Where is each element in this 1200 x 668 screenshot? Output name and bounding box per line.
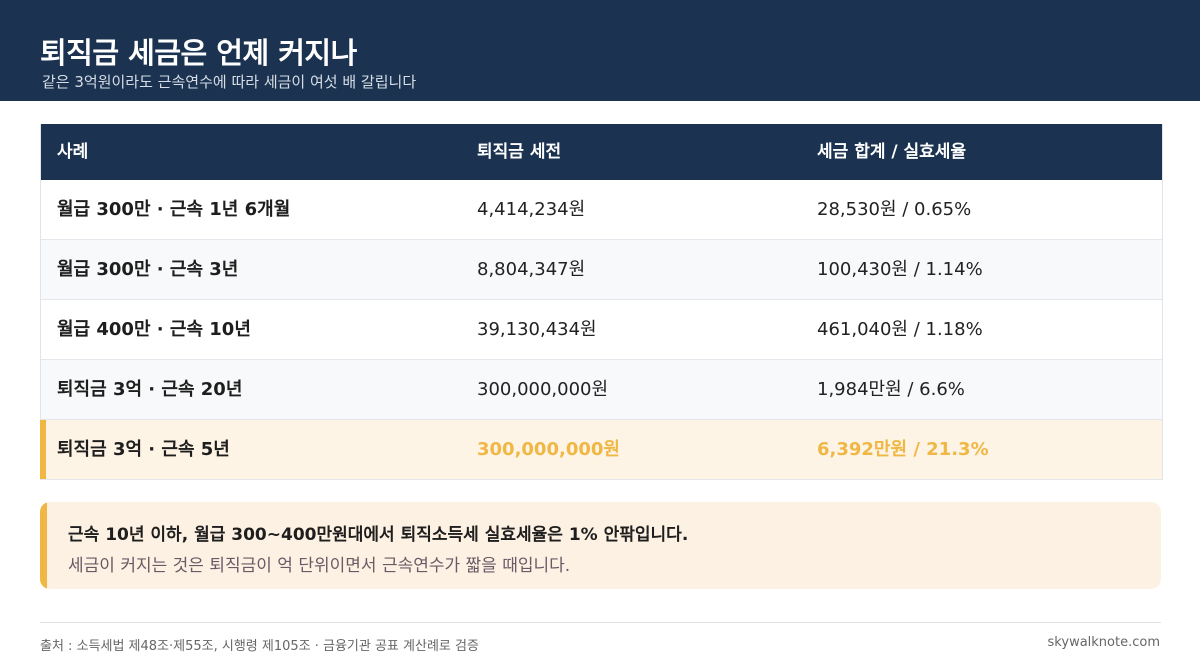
table-row: 퇴직금 3억 · 근속 20년 300,000,000원 1,984만원 / 6… <box>41 360 1162 420</box>
column-header-tax: 세금 합계 / 실효세율 <box>817 142 967 162</box>
table-header-row: 사례 퇴직금 세전 세금 합계 / 실효세율 <box>41 124 1162 180</box>
callout-headline: 근속 10년 이하, 월급 300~400만원대에서 퇴직소득세 실효세율은 1… <box>68 525 689 545</box>
tax-cell: 1,984만원 / 6.6% <box>817 379 965 400</box>
summary-callout: 근속 10년 이하, 월급 300~400만원대에서 퇴직소득세 실효세율은 1… <box>40 502 1161 589</box>
case-cell: 월급 300만 · 근속 1년 6개월 <box>57 199 291 220</box>
comparison-table: 사례 퇴직금 세전 세금 합계 / 실효세율 월급 300만 · 근속 1년 6… <box>40 124 1163 480</box>
page-title: 퇴직금 세금은 언제 커지나 <box>40 36 357 70</box>
pretax-cell: 8,804,347원 <box>477 259 586 280</box>
callout-detail: 세금이 커지는 것은 퇴직금이 억 단위이면서 근속연수가 짧을 때입니다. <box>68 556 571 576</box>
pretax-cell: 4,414,234원 <box>477 199 586 220</box>
callout-accent-bar <box>40 502 47 589</box>
pretax-cell: 300,000,000원 <box>477 439 620 460</box>
tax-cell: 28,530원 / 0.65% <box>817 199 972 220</box>
pretax-cell: 39,130,434원 <box>477 319 597 340</box>
case-cell: 퇴직금 3억 · 근속 20년 <box>57 379 243 400</box>
tax-cell: 6,392만원 / 21.3% <box>817 439 989 460</box>
footer-divider <box>40 622 1161 623</box>
source-note: 출처 : 소득세법 제48조·제55조, 시행령 제105조 · 금융기관 공표… <box>40 639 479 654</box>
page-header: 퇴직금 세금은 언제 커지나 같은 3억원이라도 근속연수에 따라 세금이 여섯… <box>0 0 1200 101</box>
tax-cell: 461,040원 / 1.18% <box>817 319 983 340</box>
table-row-highlighted: 퇴직금 3억 · 근속 5년 300,000,000원 6,392만원 / 21… <box>40 420 1162 480</box>
case-cell: 월급 300만 · 근속 3년 <box>57 259 239 280</box>
pretax-cell: 300,000,000원 <box>477 379 609 400</box>
table-row: 월급 300만 · 근속 1년 6개월 4,414,234원 28,530원 /… <box>41 180 1162 240</box>
case-cell: 퇴직금 3억 · 근속 5년 <box>57 439 230 460</box>
brand-credit: skywalknote.com <box>1047 635 1160 650</box>
tax-cell: 100,430원 / 1.14% <box>817 259 983 280</box>
case-cell: 월급 400만 · 근속 10년 <box>57 319 251 340</box>
column-header-case: 사례 <box>57 142 89 162</box>
page-subtitle: 같은 3억원이라도 근속연수에 따라 세금이 여섯 배 갈립니다 <box>42 73 417 91</box>
column-header-pretax: 퇴직금 세전 <box>477 142 562 162</box>
table-row: 월급 300만 · 근속 3년 8,804,347원 100,430원 / 1.… <box>41 240 1162 300</box>
table-row: 월급 400만 · 근속 10년 39,130,434원 461,040원 / … <box>41 300 1162 360</box>
